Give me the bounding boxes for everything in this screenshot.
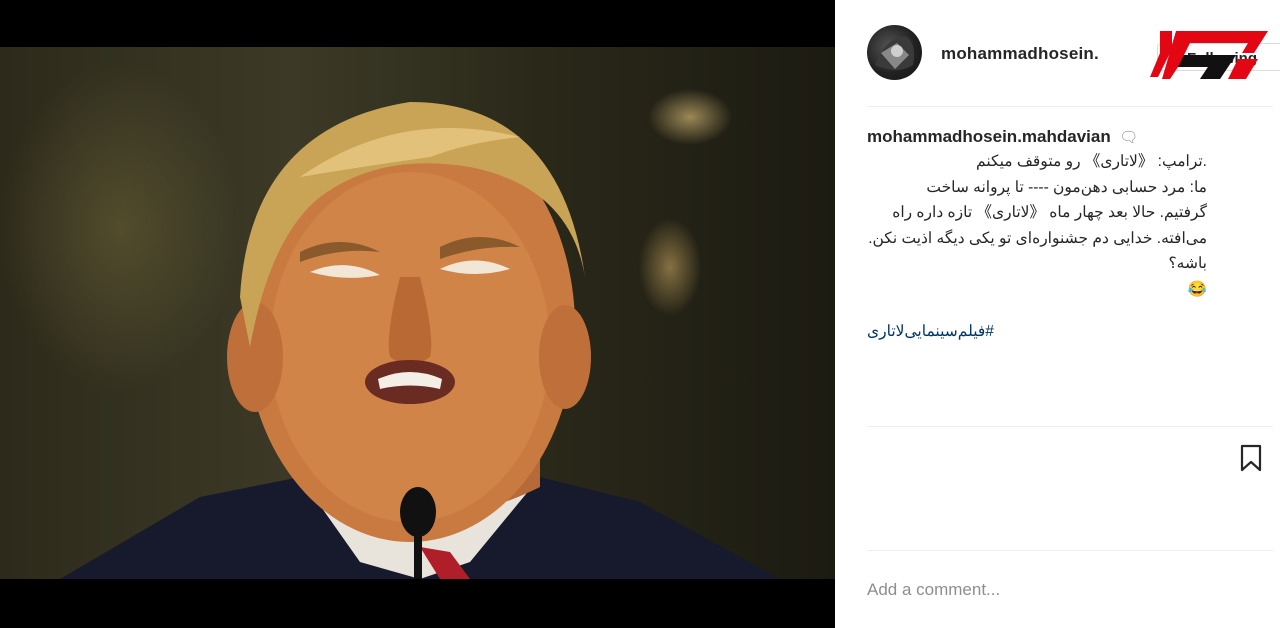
header-username[interactable]: mohammadhosein. bbox=[941, 44, 1099, 64]
brand-logo bbox=[1150, 25, 1268, 85]
caption-username[interactable]: mohammadhosein.mahdavian bbox=[867, 127, 1111, 146]
post-caption: mohammadhosein.mahdavian 🗨 .ترامپ: 《لاتا… bbox=[867, 127, 1242, 341]
header-divider bbox=[867, 106, 1273, 107]
comment-input[interactable] bbox=[867, 565, 1273, 615]
bookmark-icon[interactable] bbox=[1239, 444, 1263, 472]
post-photo bbox=[0, 47, 835, 579]
comment-divider bbox=[867, 550, 1273, 551]
portrait-illustration bbox=[60, 102, 780, 579]
face-icon: 🗨 bbox=[1119, 129, 1139, 146]
avatar[interactable] bbox=[867, 25, 922, 80]
caption-body: .ترامپ: 《لاتاری》 رو متوقف میکنم ما: مرد … bbox=[867, 149, 1207, 302]
avatar-image bbox=[875, 36, 915, 70]
post-actions bbox=[867, 424, 1273, 548]
caption-line: گرفتیم. حالا بعد چهار ماه 《لاتاری》 تازه … bbox=[892, 204, 1207, 221]
post-media[interactable] bbox=[0, 0, 835, 628]
caption-line: می‌افته. خدایی دم جشنواره‌ای تو یکی دیگه… bbox=[868, 229, 1207, 247]
caption-emoji: 😂 bbox=[1187, 280, 1207, 298]
caption-line: باشه؟ bbox=[1168, 255, 1207, 272]
comment-box bbox=[867, 565, 1273, 615]
hashtag-link[interactable]: #فیلم‌سینمایی‌لاتاری bbox=[867, 322, 1207, 341]
post-header: mohammadhosein. Following bbox=[867, 25, 1280, 85]
caption-line: .ترامپ: 《لاتاری》 رو متوقف میکنم bbox=[976, 153, 1207, 170]
post-sidebar: mohammadhosein. Following mohammadhosein… bbox=[835, 0, 1280, 628]
caption-line: ما: مرد حسابی دهن‌مون ---- تا پروانه ساخ… bbox=[926, 178, 1207, 196]
